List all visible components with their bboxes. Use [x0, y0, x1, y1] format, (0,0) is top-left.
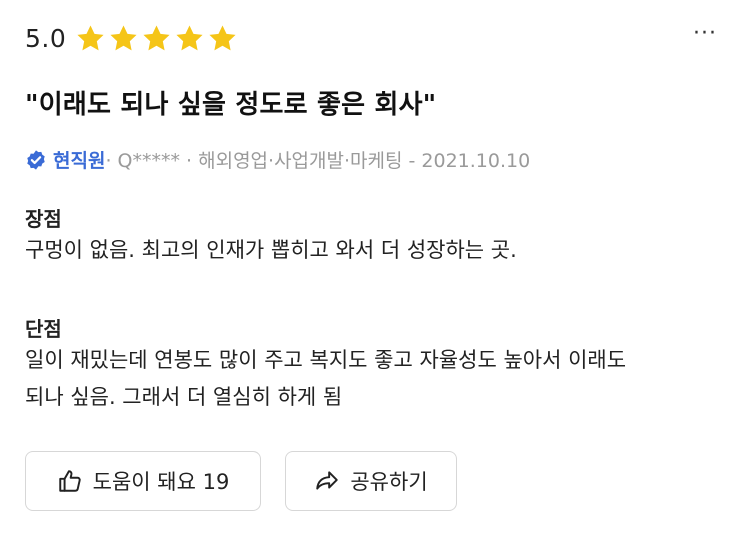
review-title: "이래도 되나 싶을 정도로 좋은 회사" [25, 90, 437, 120]
star-icon [110, 25, 137, 51]
helpful-button[interactable]: 도움이 돼요 19 [25, 451, 261, 511]
rating-score: 5.0 [25, 24, 67, 53]
helpful-button-label: 도움이 돼요 19 [92, 470, 230, 494]
review-meta: 현직원 · Q***** · 해외영업·사업개발·마케팅 - 2021.10.1… [25, 146, 530, 173]
cons-text-line: 되나 싶음. 그래서 더 열심히 하게 됨 [25, 385, 343, 409]
review-author-info: · Q***** · 해외영업·사업개발·마케팅 - 2021.10.10 [105, 150, 531, 172]
star-rating [74, 22, 239, 55]
more-dots-icon[interactable]: ··· [693, 23, 717, 45]
cons-text: 일이 재밌는데 연봉도 많이 주고 복지도 좋고 자율성도 높아서 이래도 되나… [25, 342, 725, 416]
verified-badge-icon [27, 149, 45, 170]
employee-badge-label: 현직원 [53, 150, 106, 172]
pros-text: 구멍이 없음. 최고의 인재가 뽑히고 와서 더 성장하는 곳. [25, 238, 517, 262]
star-icon [143, 25, 170, 51]
star-icon [77, 25, 104, 51]
pros-heading: 장점 [25, 207, 62, 231]
thumbs-up-icon [58, 470, 81, 492]
cons-text-line: 일이 재밌는데 연봉도 많이 주고 복지도 좋고 자율성도 높아서 이래도 [25, 348, 627, 372]
rating-row: 5.0 [25, 22, 239, 55]
share-button[interactable]: 공유하기 [285, 451, 457, 511]
star-icon [176, 25, 203, 51]
share-arrow-icon [316, 471, 339, 490]
star-icon [209, 25, 236, 51]
share-button-label: 공유하기 [350, 470, 428, 494]
cons-heading: 단점 [25, 317, 62, 341]
